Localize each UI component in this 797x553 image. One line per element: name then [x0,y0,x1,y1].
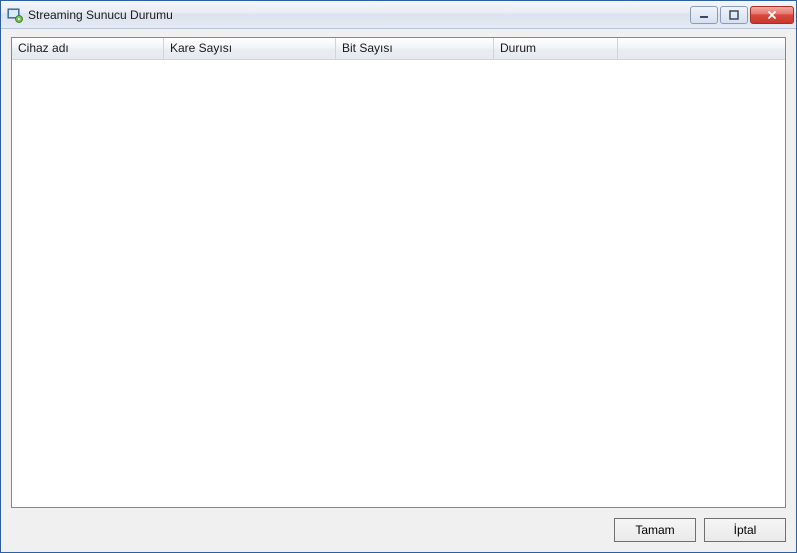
window-title: Streaming Sunucu Durumu [28,8,690,22]
column-header-device-name[interactable]: Cihaz adı [12,38,164,59]
titlebar: Streaming Sunucu Durumu [1,1,796,29]
column-header-bit-count[interactable]: Bit Sayısı [336,38,494,59]
close-button[interactable] [750,6,794,24]
column-header-empty[interactable] [618,38,785,59]
minimize-button[interactable] [690,6,718,24]
cancel-button[interactable]: İptal [704,518,786,542]
app-icon [7,7,23,23]
column-header-status[interactable]: Durum [494,38,618,59]
ok-button[interactable]: Tamam [614,518,696,542]
column-header-frame-count[interactable]: Kare Sayısı [164,38,336,59]
maximize-button[interactable] [720,6,748,24]
table-header-row: Cihaz adı Kare Sayısı Bit Sayısı Durum [12,38,785,60]
table-body [12,60,785,507]
dialog-button-row: Tamam İptal [11,508,786,542]
status-table: Cihaz adı Kare Sayısı Bit Sayısı Durum [11,37,786,508]
window-content: Cihaz adı Kare Sayısı Bit Sayısı Durum T… [1,29,796,552]
window-controls [690,6,794,24]
